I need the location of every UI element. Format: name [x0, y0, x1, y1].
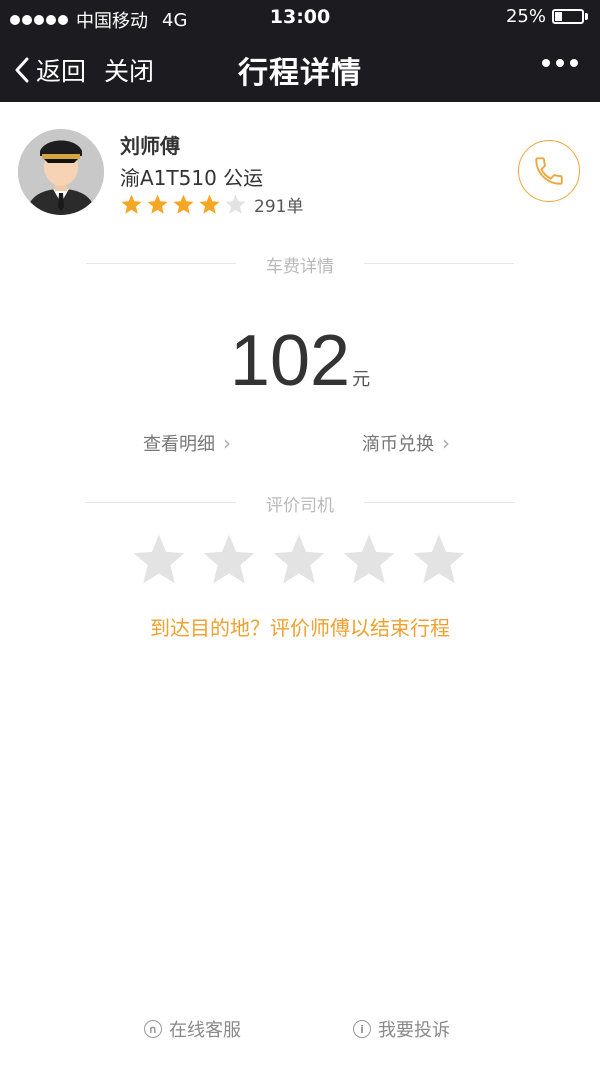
fare-section-divider: 车费详情 [86, 252, 514, 277]
chevron-right-icon: › [442, 431, 450, 455]
star-filled-icon [121, 194, 142, 214]
battery-tip [585, 13, 588, 20]
driver-rating: 291单 [120, 192, 303, 217]
view-detail-link[interactable]: 查看明细 › [143, 430, 231, 456]
chevron-right-icon: › [223, 431, 231, 455]
review-star-icon[interactable] [410, 531, 468, 589]
review-stars [130, 531, 480, 589]
fare-value: 102 [229, 321, 351, 401]
online-service-link[interactable]: ∩ 在线客服 [144, 1016, 241, 1042]
fare-section-title: 车费详情 [266, 257, 334, 277]
more-dot-icon [570, 59, 578, 67]
fare-amount: 102 元 [0, 320, 600, 402]
info-icon: i [353, 1020, 371, 1038]
more-button[interactable] [536, 59, 578, 67]
driver-plate: 渝A1T510 公运 [120, 166, 264, 190]
status-bar: 中国移动 4G 13:00 25% [0, 0, 600, 34]
call-driver-button[interactable] [518, 140, 580, 202]
view-detail-label: 查看明细 [143, 434, 215, 455]
top-bar: 中国移动 4G 13:00 25% 返回 关闭 行程详情 [0, 0, 600, 102]
review-section-title: 评价司机 [266, 496, 334, 516]
order-count: 291单 [254, 197, 304, 217]
star-filled-icon [199, 194, 220, 214]
star-empty-icon [225, 194, 246, 214]
complaint-link[interactable]: i 我要投诉 [353, 1016, 450, 1042]
page-title: 行程详情 [238, 56, 362, 91]
driver-avatar-icon [18, 129, 104, 215]
review-section-divider: 评价司机 [86, 491, 514, 516]
more-dot-icon [556, 59, 564, 67]
more-dot-icon [542, 59, 550, 67]
review-star-icon[interactable] [270, 531, 328, 589]
online-service-label: 在线客服 [169, 1020, 241, 1041]
navigation-bar: 返回 关闭 行程详情 [0, 34, 600, 102]
review-star-icon[interactable] [130, 531, 188, 589]
complaint-label: 我要投诉 [378, 1020, 450, 1041]
star-filled-icon [173, 194, 194, 214]
driver-name: 刘师傅 [120, 134, 180, 158]
headset-icon: ∩ [144, 1020, 162, 1038]
review-star-icon[interactable] [340, 531, 398, 589]
battery-percent: 25% [505, 6, 546, 27]
star-filled-icon [147, 194, 168, 214]
phone-icon [535, 157, 563, 185]
battery-fill [555, 12, 562, 21]
coin-exchange-link[interactable]: 滴币兑换 › [362, 430, 450, 456]
review-prompt[interactable]: 到达目的地？评价师傅以结束行程 [0, 612, 600, 641]
coin-exchange-label: 滴币兑换 [362, 434, 434, 455]
driver-avatar [18, 129, 104, 215]
fare-unit: 元 [352, 369, 371, 390]
driver-card: 刘师傅 渝A1T510 公运 291单 [0, 102, 600, 242]
battery-icon [552, 9, 584, 24]
battery-indicator: 25% [506, 6, 588, 27]
review-star-icon[interactable] [200, 531, 258, 589]
